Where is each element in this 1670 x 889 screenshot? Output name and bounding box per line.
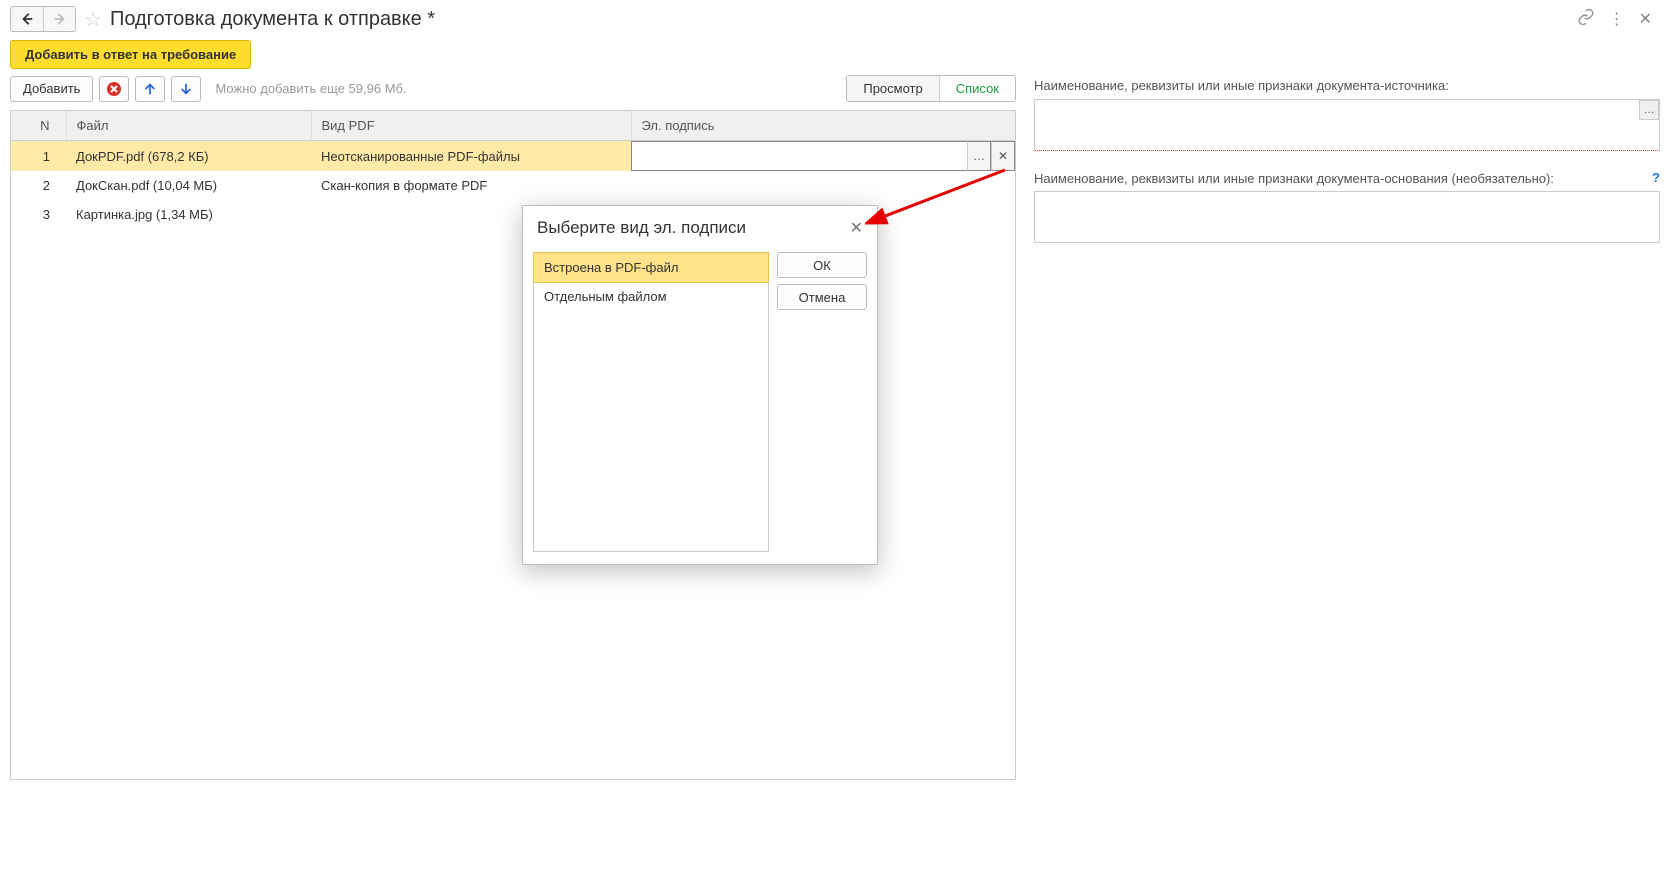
dialog-cancel-button[interactable]: Отмена (777, 284, 867, 310)
nav-buttons (10, 6, 76, 32)
forward-button[interactable] (43, 7, 75, 31)
cell-n: 2 (11, 171, 66, 200)
link-icon[interactable] (1577, 8, 1595, 31)
dialog-close-icon[interactable]: ✕ (850, 218, 863, 238)
size-hint: Можно добавить еще 59,96 Мб. (215, 81, 406, 96)
arrow-left-icon (20, 12, 34, 26)
source-doc-label: Наименование, реквизиты или иные признак… (1034, 77, 1660, 95)
cell-pdf: Скан-копия в формате PDF (311, 171, 631, 200)
move-up-button[interactable] (135, 76, 165, 102)
cell-n: 3 (11, 200, 66, 229)
cell-file: Картинка.jpg (1,34 МБ) (66, 200, 311, 229)
add-button[interactable]: Добавить (10, 76, 93, 102)
back-button[interactable] (11, 7, 43, 31)
cell-signature (631, 171, 1015, 200)
page-title: Подготовка документа к отправке * (110, 8, 435, 31)
cell-file: ДокСкан.pdf (10,04 МБ) (66, 171, 311, 200)
dialog-ok-button[interactable]: ОК (777, 252, 867, 278)
col-header-n[interactable]: N (11, 111, 66, 141)
col-header-file[interactable]: Файл (66, 111, 311, 141)
more-icon[interactable]: ⋮ (1609, 9, 1625, 29)
source-doc-ellipsis-button[interactable]: … (1639, 100, 1659, 120)
delete-x-icon (106, 81, 122, 97)
cell-pdf: Неотсканированные PDF-файлы (311, 141, 631, 172)
col-header-sig[interactable]: Эл. подпись (631, 111, 1015, 141)
signature-option[interactable]: Встроена в PDF-файл (533, 252, 769, 283)
signature-option[interactable]: Отдельным файлом (534, 282, 768, 311)
favorite-star-icon[interactable]: ☆ (84, 7, 102, 32)
signature-clear-button[interactable]: ✕ (991, 141, 1015, 171)
table-row[interactable]: 2ДокСкан.pdf (10,04 МБ)Скан-копия в форм… (11, 171, 1015, 200)
signature-options-list: Встроена в PDF-файлОтдельным файлом (533, 252, 769, 552)
add-to-response-button[interactable]: Добавить в ответ на требование (10, 40, 251, 69)
view-toggle: Просмотр Список (846, 75, 1016, 102)
source-doc-input[interactable] (1034, 99, 1660, 151)
list-tab[interactable]: Список (939, 76, 1015, 101)
signature-ellipsis-button[interactable]: … (967, 141, 991, 171)
arrow-up-icon (143, 82, 157, 96)
signature-dialog: Выберите вид эл. подписи ✕ Встроена в PD… (522, 205, 878, 565)
cell-file: ДокPDF.pdf (678,2 КБ) (66, 141, 311, 172)
cell-n: 1 (11, 141, 66, 172)
dialog-title: Выберите вид эл. подписи (537, 218, 746, 238)
close-icon[interactable]: ✕ (1639, 9, 1652, 29)
preview-tab[interactable]: Просмотр (847, 76, 938, 101)
help-icon[interactable]: ? (1652, 170, 1660, 185)
arrow-right-icon (53, 12, 67, 26)
table-row[interactable]: 1ДокPDF.pdf (678,2 КБ)Неотсканированные … (11, 141, 1015, 172)
move-down-button[interactable] (171, 76, 201, 102)
arrow-down-icon (179, 82, 193, 96)
signature-input[interactable] (631, 141, 967, 171)
cell-signature: …✕ (631, 141, 1015, 172)
basis-doc-label: Наименование, реквизиты или иные признак… (1034, 170, 1660, 188)
delete-button[interactable] (99, 76, 129, 102)
basis-doc-input[interactable] (1034, 191, 1660, 243)
col-header-pdf[interactable]: Вид PDF (311, 111, 631, 141)
